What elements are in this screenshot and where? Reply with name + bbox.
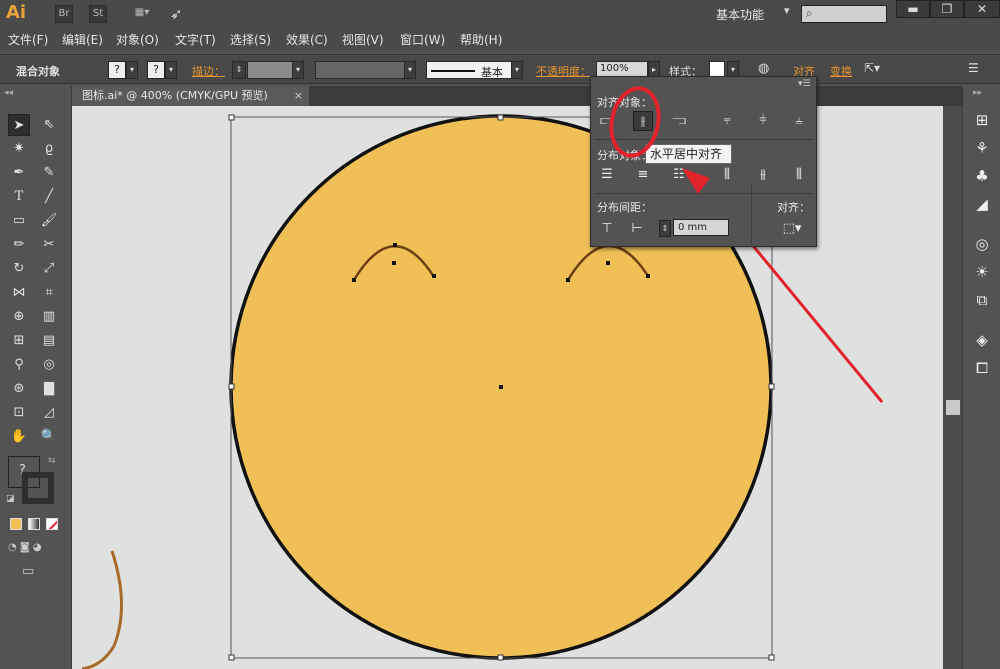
red-arrow-head [682,168,710,194]
illustrator-window: Ai Br St ▦▾ ➶ 基本功能 ▾ ⌕ ▬ ❐ ✕ 文件(F) 编辑(E)… [0,0,1000,669]
red-highlight-circle [609,86,661,158]
annotation-overlay [609,86,710,194]
